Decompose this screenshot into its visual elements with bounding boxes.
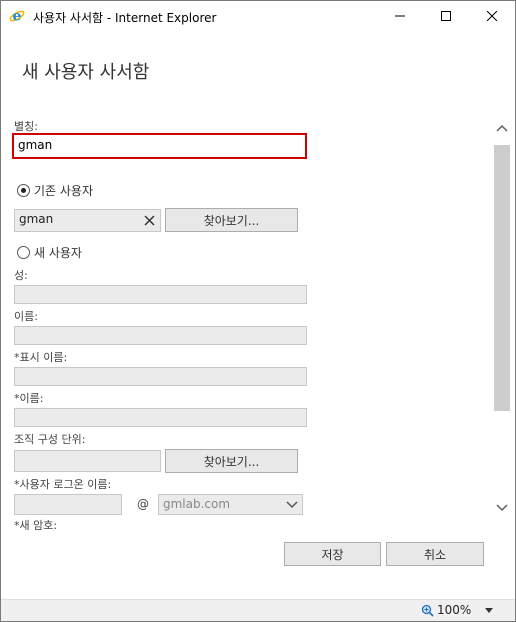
svg-text:e: e bbox=[13, 9, 22, 25]
status-bar: 100% bbox=[1, 599, 515, 621]
alias-label: 별칭: bbox=[14, 120, 38, 133]
page-title: 새 사용자 사서함 bbox=[22, 62, 150, 83]
title-bar: e 사용자 사서함 - Internet Explorer bbox=[1, 1, 515, 31]
first-name-field[interactable] bbox=[14, 326, 307, 345]
domain-select[interactable]: gmlab.com bbox=[158, 494, 303, 515]
zoom-level: 100% bbox=[437, 603, 472, 617]
at-sign: @ bbox=[137, 497, 149, 511]
name-field[interactable] bbox=[14, 408, 307, 427]
browser-window: e 사용자 사서함 - Internet Explorer 새 사용자 사서함 … bbox=[0, 0, 516, 622]
radio-unchecked-icon bbox=[17, 246, 30, 259]
existing-user-field[interactable]: gman bbox=[14, 209, 140, 232]
window-title: 사용자 사서함 - Internet Explorer bbox=[33, 11, 217, 25]
close-icon bbox=[487, 11, 497, 21]
x-icon bbox=[144, 215, 155, 226]
chevron-up-icon[interactable] bbox=[496, 123, 508, 135]
new-user-radio[interactable]: 새 사용자 bbox=[17, 244, 82, 261]
caret-down-icon[interactable] bbox=[484, 606, 494, 614]
internet-explorer-icon: e bbox=[9, 9, 25, 25]
logon-name-field[interactable] bbox=[14, 494, 122, 515]
maximize-icon bbox=[441, 11, 451, 21]
existing-user-label: 기존 사용자 bbox=[34, 184, 94, 198]
scrollbar-thumb[interactable] bbox=[494, 145, 510, 411]
last-name-field[interactable] bbox=[14, 285, 307, 304]
display-name-field[interactable] bbox=[14, 367, 307, 386]
new-password-label: *새 암호: bbox=[14, 519, 58, 532]
existing-user-radio[interactable]: 기존 사용자 bbox=[17, 182, 93, 199]
vertical-scrollbar[interactable] bbox=[493, 123, 511, 523]
domain-value: gmlab.com bbox=[163, 497, 231, 511]
magnifier-icon bbox=[421, 604, 434, 617]
zoom-control[interactable]: 100% bbox=[421, 603, 471, 617]
ou-label: 조직 구성 단위: bbox=[14, 433, 86, 446]
browse-ou-button[interactable]: 찾아보기... bbox=[165, 449, 298, 473]
new-user-label: 새 사용자 bbox=[34, 246, 82, 260]
ou-field[interactable] bbox=[14, 450, 161, 472]
last-name-label: 성: bbox=[14, 269, 28, 282]
name-label: *이름: bbox=[14, 392, 44, 405]
logon-name-label: *사용자 로그온 이름: bbox=[14, 478, 112, 491]
chevron-down-icon[interactable] bbox=[496, 501, 508, 513]
clear-button[interactable] bbox=[139, 209, 161, 232]
display-name-label: *표시 이름: bbox=[14, 351, 68, 364]
minimize-button[interactable] bbox=[377, 1, 423, 31]
browse-user-button[interactable]: 찾아보기... bbox=[165, 208, 298, 232]
alias-input[interactable]: gman bbox=[12, 133, 307, 159]
save-button[interactable]: 저장 bbox=[284, 542, 381, 566]
maximize-button[interactable] bbox=[423, 1, 469, 31]
cancel-button[interactable]: 취소 bbox=[386, 542, 484, 566]
first-name-label: 이름: bbox=[14, 310, 38, 323]
minimize-icon bbox=[395, 15, 405, 17]
radio-checked-icon bbox=[17, 184, 30, 197]
chevron-down-icon bbox=[286, 501, 298, 509]
close-button[interactable] bbox=[469, 1, 515, 31]
